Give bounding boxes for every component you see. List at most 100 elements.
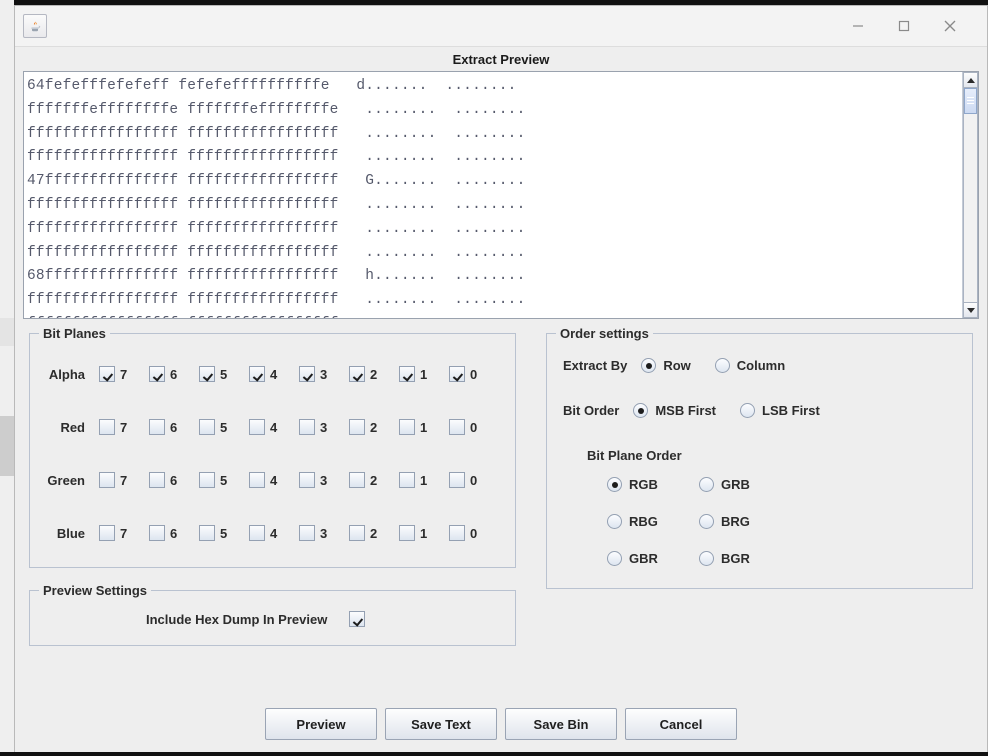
checkbox-alpha-bit-4[interactable] <box>249 366 265 382</box>
bit-cell-red-3[interactable]: 3 <box>299 419 349 435</box>
bit-cell-red-1[interactable]: 1 <box>399 419 449 435</box>
bit-cell-blue-2[interactable]: 2 <box>349 525 399 541</box>
checkbox-alpha-bit-2[interactable] <box>349 366 365 382</box>
checkbox-red-bit-6[interactable] <box>149 419 165 435</box>
bit-plane-order-rgb-radio[interactable] <box>607 477 622 492</box>
bit-order-lsb-first[interactable]: LSB First <box>740 403 820 418</box>
bit-cell-green-1[interactable]: 1 <box>399 472 449 488</box>
bit-cell-blue-1[interactable]: 1 <box>399 525 449 541</box>
bit-order-msb-first-radio[interactable] <box>633 403 649 418</box>
checkbox-green-bit-5[interactable] <box>199 472 215 488</box>
bit-plane-order-rbg-radio[interactable] <box>607 514 622 529</box>
bit-cell-alpha-7[interactable]: 7 <box>99 366 149 382</box>
bit-cell-green-4[interactable]: 4 <box>249 472 299 488</box>
bit-cell-green-6[interactable]: 6 <box>149 472 199 488</box>
checkbox-alpha-bit-5[interactable] <box>199 366 215 382</box>
bit-cell-red-5[interactable]: 5 <box>199 419 249 435</box>
bit-cell-alpha-2[interactable]: 2 <box>349 366 399 382</box>
checkbox-blue-bit-1[interactable] <box>399 525 415 541</box>
extract-by-row-radio[interactable] <box>641 358 657 373</box>
scrollbar-track[interactable] <box>963 88 978 302</box>
bit-plane-order-gbr-radio[interactable] <box>607 551 622 566</box>
checkbox-red-bit-0[interactable] <box>449 419 465 435</box>
extract-by-column[interactable]: Column <box>714 358 785 373</box>
bit-plane-order-rgb[interactable]: RGB <box>607 477 699 492</box>
scroll-down-arrow-icon[interactable] <box>963 302 978 318</box>
scrollbar-thumb[interactable] <box>964 88 977 114</box>
checkbox-blue-bit-5[interactable] <box>199 525 215 541</box>
checkbox-green-bit-6[interactable] <box>149 472 165 488</box>
checkbox-alpha-bit-6[interactable] <box>149 366 165 382</box>
checkbox-red-bit-1[interactable] <box>399 419 415 435</box>
maximize-icon[interactable] <box>881 6 927 46</box>
bit-cell-green-5[interactable]: 5 <box>199 472 249 488</box>
bit-cell-green-7[interactable]: 7 <box>99 472 149 488</box>
checkbox-blue-bit-0[interactable] <box>449 525 465 541</box>
preview-textarea[interactable]: 64fefefffefefeff fefefeffffffffffe d....… <box>23 71 979 319</box>
vertical-scrollbar[interactable] <box>962 72 978 318</box>
checkbox-red-bit-2[interactable] <box>349 419 365 435</box>
bit-plane-order-rbg[interactable]: RBG <box>607 514 699 529</box>
save-text-button[interactable]: Save Text <box>385 708 497 740</box>
checkbox-red-bit-3[interactable] <box>299 419 315 435</box>
checkbox-blue-bit-3[interactable] <box>299 525 315 541</box>
bit-cell-blue-4[interactable]: 4 <box>249 525 299 541</box>
checkbox-red-bit-4[interactable] <box>249 419 265 435</box>
save-bin-button[interactable]: Save Bin <box>505 708 617 740</box>
bit-cell-blue-3[interactable]: 3 <box>299 525 349 541</box>
bit-cell-green-2[interactable]: 2 <box>349 472 399 488</box>
minimize-icon[interactable] <box>835 6 881 46</box>
bit-cell-blue-7[interactable]: 7 <box>99 525 149 541</box>
checkbox-blue-bit-4[interactable] <box>249 525 265 541</box>
bit-plane-order-grb-radio[interactable] <box>699 477 714 492</box>
checkbox-green-bit-7[interactable] <box>99 472 115 488</box>
bit-cell-red-7[interactable]: 7 <box>99 419 149 435</box>
bit-cell-alpha-5[interactable]: 5 <box>199 366 249 382</box>
bit-plane-order-brg[interactable]: BRG <box>699 514 956 529</box>
include-hex-dump-row[interactable]: Include Hex Dump In Preview <box>46 611 499 627</box>
checkbox-blue-bit-2[interactable] <box>349 525 365 541</box>
bit-plane-order-bgr-radio[interactable] <box>699 551 714 566</box>
bit-cell-red-6[interactable]: 6 <box>149 419 199 435</box>
bit-cell-alpha-0[interactable]: 0 <box>449 366 499 382</box>
bit-plane-order-gbr[interactable]: GBR <box>607 551 699 566</box>
checkbox-alpha-bit-7[interactable] <box>99 366 115 382</box>
bit-cell-red-4[interactable]: 4 <box>249 419 299 435</box>
bit-cell-green-0[interactable]: 0 <box>449 472 499 488</box>
checkbox-green-bit-0[interactable] <box>449 472 465 488</box>
bit-cell-red-0[interactable]: 0 <box>449 419 499 435</box>
scroll-up-arrow-icon[interactable] <box>963 72 978 88</box>
checkbox-green-bit-2[interactable] <box>349 472 365 488</box>
checkbox-green-bit-1[interactable] <box>399 472 415 488</box>
extract-by-column-radio[interactable] <box>714 358 730 373</box>
preview-button[interactable]: Preview <box>265 708 377 740</box>
checkbox-alpha-bit-0[interactable] <box>449 366 465 382</box>
bit-cell-alpha-1[interactable]: 1 <box>399 366 449 382</box>
checkbox-alpha-bit-3[interactable] <box>299 366 315 382</box>
checkbox-blue-bit-6[interactable] <box>149 525 165 541</box>
checkbox-blue-bit-7[interactable] <box>99 525 115 541</box>
bit-cell-alpha-4[interactable]: 4 <box>249 366 299 382</box>
extract-by-row[interactable]: Row <box>641 358 691 373</box>
bit-cell-blue-5[interactable]: 5 <box>199 525 249 541</box>
bit-cell-alpha-3[interactable]: 3 <box>299 366 349 382</box>
close-icon[interactable] <box>927 6 973 46</box>
window-titlebar[interactable] <box>15 6 987 47</box>
checkbox-green-bit-4[interactable] <box>249 472 265 488</box>
bit-cell-blue-6[interactable]: 6 <box>149 525 199 541</box>
bit-cell-blue-0[interactable]: 0 <box>449 525 499 541</box>
checkbox-red-bit-7[interactable] <box>99 419 115 435</box>
bit-cell-alpha-6[interactable]: 6 <box>149 366 199 382</box>
checkbox-green-bit-3[interactable] <box>299 472 315 488</box>
bit-plane-order-bgr[interactable]: BGR <box>699 551 956 566</box>
bit-plane-order-brg-radio[interactable] <box>699 514 714 529</box>
cancel-button[interactable]: Cancel <box>625 708 737 740</box>
checkbox-alpha-bit-1[interactable] <box>399 366 415 382</box>
bit-order-lsb-first-radio[interactable] <box>740 403 756 418</box>
checkbox-red-bit-5[interactable] <box>199 419 215 435</box>
bit-cell-green-3[interactable]: 3 <box>299 472 349 488</box>
include-hex-dump-checkbox[interactable] <box>349 611 366 627</box>
bit-order-msb-first[interactable]: MSB First <box>633 403 716 418</box>
bit-plane-order-grb[interactable]: GRB <box>699 477 956 492</box>
bit-cell-red-2[interactable]: 2 <box>349 419 399 435</box>
